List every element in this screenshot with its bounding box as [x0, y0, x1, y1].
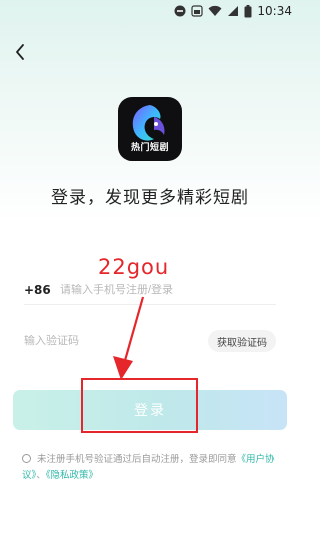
- agree-radio[interactable]: [22, 454, 31, 463]
- code-row: 获取验证码: [24, 328, 276, 354]
- cellular-icon: [227, 5, 239, 17]
- back-button[interactable]: [10, 40, 30, 64]
- app-logo-label: 热门短剧: [130, 143, 169, 153]
- chevron-left-icon: [16, 44, 24, 60]
- annotation-text: 22gou: [98, 255, 170, 279]
- status-time: 10:34: [257, 4, 292, 18]
- login-button[interactable]: 登录: [13, 390, 287, 430]
- privacy-policy-link[interactable]: 《隐私政策》: [46, 470, 98, 481]
- agreement-separator: 、: [36, 470, 46, 481]
- wifi-icon: [208, 5, 222, 17]
- battery-icon: [244, 4, 252, 18]
- phone-row: +86: [24, 276, 276, 305]
- do-not-disturb-icon: [174, 5, 186, 17]
- agreement-text: 未注册手机号验证通过后自动注册，登录即同意《用户协议》、《隐私政策》: [22, 452, 280, 484]
- verification-code-input[interactable]: [24, 335, 174, 347]
- agreement-body: 未注册手机号验证通过后自动注册，登录即同意: [37, 454, 237, 465]
- app-logo: 热门短剧: [118, 97, 182, 161]
- page-title: 登录，发现更多精彩短剧: [51, 188, 249, 208]
- get-code-button[interactable]: 获取验证码: [208, 330, 276, 352]
- status-bar: 10:34: [0, 0, 300, 22]
- country-code[interactable]: +86: [24, 283, 60, 297]
- phone-input[interactable]: [60, 284, 260, 296]
- signal-icon: [191, 5, 204, 17]
